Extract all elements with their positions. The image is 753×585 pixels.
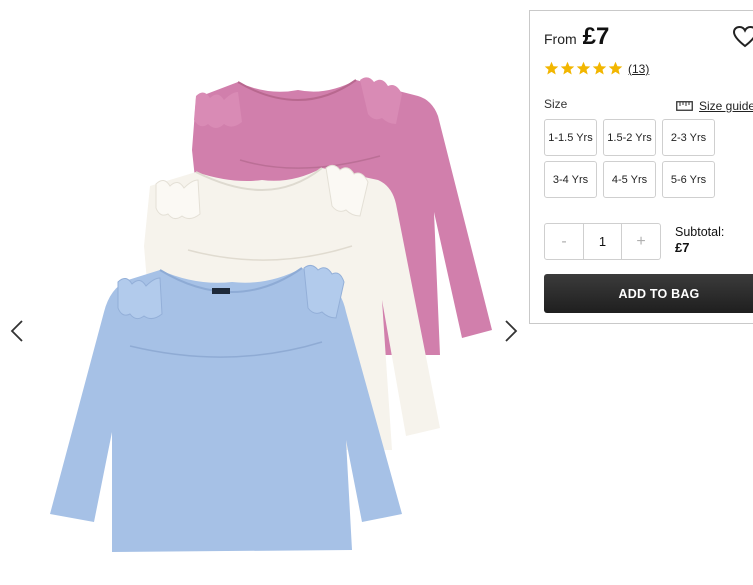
gallery-next-button[interactable] <box>502 318 520 344</box>
size-options: 1-1.5 Yrs 1.5-2 Yrs 2-3 Yrs 3-4 Yrs 4-5 … <box>544 119 720 198</box>
size-option-2-3-yrs[interactable]: 2-3 Yrs <box>662 119 715 156</box>
quantity-decrease-button[interactable]: - <box>545 224 583 259</box>
product-gallery <box>0 0 528 585</box>
star-icon <box>560 61 575 75</box>
subtotal-label: Subtotal: <box>675 225 725 239</box>
add-to-bag-button[interactable]: ADD TO BAG <box>544 274 753 313</box>
price-amount: £7 <box>582 23 610 50</box>
subtotal: Subtotal: £7 <box>675 224 724 256</box>
gallery-prev-button[interactable] <box>8 318 26 344</box>
size-option-1-5-2-yrs[interactable]: 1.5-2 Yrs <box>603 119 656 156</box>
rating: (13) <box>544 61 649 76</box>
star-icon <box>544 61 559 75</box>
size-option-3-4-yrs[interactable]: 3-4 Yrs <box>544 161 597 198</box>
size-option-5-6-yrs[interactable]: 5-6 Yrs <box>662 161 715 198</box>
quantity-stepper: - 1 + <box>544 223 661 260</box>
size-option-4-5-yrs[interactable]: 4-5 Yrs <box>603 161 656 198</box>
buy-box: From £7 (13) Size Size guide 1-1.5 Yrs 1… <box>529 10 753 324</box>
quantity-value[interactable]: 1 <box>583 224 622 259</box>
price-row: From £7 <box>544 23 609 51</box>
chevron-right-icon <box>505 320 518 342</box>
chevron-left-icon <box>10 320 23 342</box>
size-guide-link[interactable]: Size guide <box>676 99 753 113</box>
star-icon <box>592 61 607 75</box>
review-count-link[interactable]: (13) <box>628 62 649 76</box>
size-label: Size <box>544 97 568 111</box>
price-from-label: From <box>544 31 577 47</box>
size-option-1-1-5-yrs[interactable]: 1-1.5 Yrs <box>544 119 597 156</box>
star-rating <box>544 61 623 76</box>
star-icon <box>576 61 591 75</box>
heart-outline-icon <box>732 25 753 48</box>
product-image <box>50 77 492 552</box>
subtotal-amount: £7 <box>675 240 690 255</box>
wishlist-button[interactable] <box>732 25 753 49</box>
quantity-increase-button[interactable]: + <box>622 224 660 259</box>
star-icon <box>608 61 623 75</box>
ruler-icon <box>676 101 693 111</box>
size-guide-label: Size guide <box>699 99 753 113</box>
